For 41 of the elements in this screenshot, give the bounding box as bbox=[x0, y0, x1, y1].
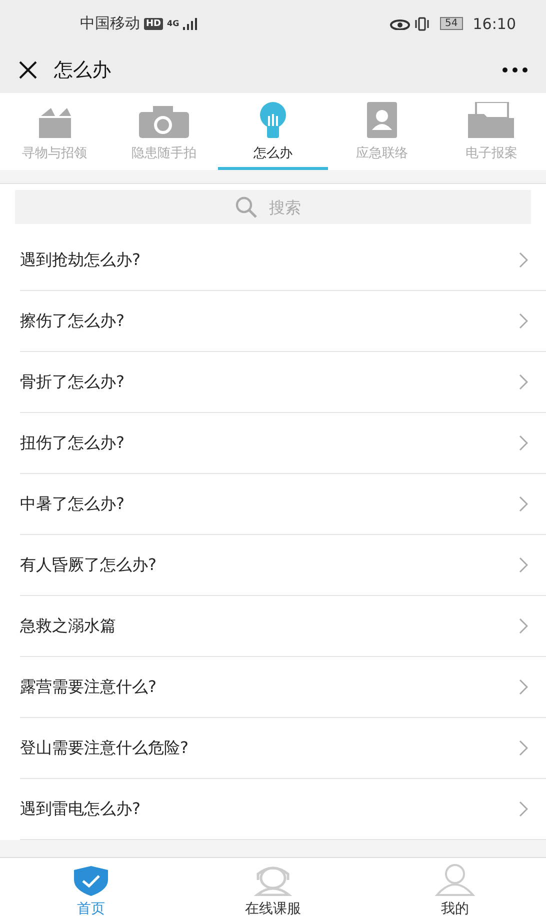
shield-check-icon bbox=[74, 866, 108, 896]
question-item[interactable]: 遇到雷电怎么办? bbox=[20, 779, 546, 840]
chevron-right-icon bbox=[519, 374, 528, 390]
more-icon[interactable] bbox=[502, 67, 528, 73]
chevron-right-icon bbox=[519, 679, 528, 695]
nav-tab[interactable]: 我的 bbox=[364, 858, 546, 924]
person-icon bbox=[435, 864, 475, 896]
chevron-right-icon bbox=[519, 435, 528, 451]
signal-icon bbox=[183, 18, 200, 30]
nav-tab[interactable]: 在线课服 bbox=[182, 858, 364, 924]
folder-icon bbox=[468, 102, 514, 138]
question-item[interactable]: 露营需要注意什么? bbox=[20, 657, 546, 718]
headset-person-icon bbox=[253, 866, 293, 896]
question-item[interactable]: 遇到抢劫怎么办? bbox=[20, 230, 546, 291]
eye-icon bbox=[390, 18, 410, 30]
category-tab[interactable]: 怎么办 bbox=[218, 93, 328, 170]
chevron-right-icon bbox=[519, 557, 528, 573]
search-field[interactable]: 搜索 bbox=[15, 190, 531, 224]
page-title: 怎么办 bbox=[54, 58, 112, 83]
clock: 16:10 bbox=[472, 14, 516, 32]
vibrate-icon bbox=[414, 16, 430, 30]
camera-icon bbox=[138, 106, 189, 138]
chevron-right-icon bbox=[519, 252, 528, 268]
hd-badge: HD bbox=[144, 18, 164, 30]
carrier-name: 中国移动 bbox=[80, 14, 140, 33]
question-item[interactable]: 中暑了怎么办? bbox=[20, 474, 546, 535]
chevron-right-icon bbox=[519, 496, 528, 512]
chevron-right-icon bbox=[519, 313, 528, 329]
question-item[interactable]: 扭伤了怎么办? bbox=[20, 413, 546, 474]
question-item[interactable]: 骨折了怎么办? bbox=[20, 352, 546, 413]
question-item[interactable]: 擦伤了怎么办? bbox=[20, 291, 546, 352]
question-item[interactable]: 有人昏厥了怎么办? bbox=[20, 535, 546, 596]
question-item[interactable]: 急救之溺水篇 bbox=[20, 596, 546, 657]
network-type: 4G bbox=[167, 19, 180, 28]
question-item[interactable]: 登山需要注意什么危险? bbox=[20, 718, 546, 779]
battery-level: 54 bbox=[440, 17, 463, 30]
chevron-right-icon bbox=[519, 618, 528, 634]
close-icon[interactable] bbox=[18, 60, 38, 80]
chevron-right-icon bbox=[519, 740, 528, 756]
chevron-right-icon bbox=[519, 801, 528, 817]
lightbulb-icon bbox=[258, 102, 288, 138]
